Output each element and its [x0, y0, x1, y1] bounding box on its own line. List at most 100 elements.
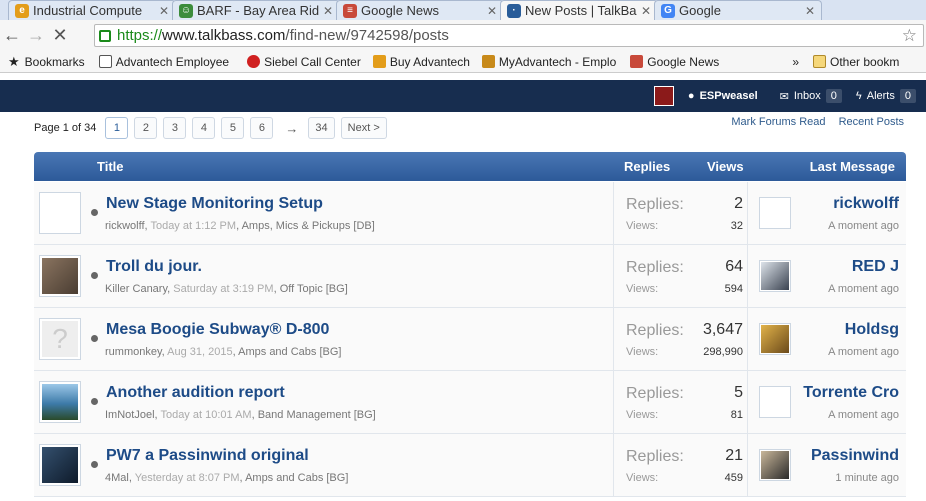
- thread-date[interactable]: Saturday at 3:19 PM: [173, 283, 273, 295]
- thread-meta: 4Mal, Yesterday at 8:07 PM, Amps and Cab…: [105, 472, 349, 484]
- close-icon[interactable]: ✕: [641, 4, 651, 18]
- last-poster[interactable]: Passinwind: [811, 447, 899, 465]
- thread-forum[interactable]: Band Management [BG]: [258, 409, 376, 421]
- last-poster[interactable]: rickwolff: [833, 195, 899, 213]
- thread-stats: Replies: 21 Views: 459: [613, 434, 748, 497]
- unread-dot: [91, 398, 98, 405]
- thread-title[interactable]: PW7 a Passinwind original: [106, 447, 309, 465]
- thread-meta: rickwolff, Today at 1:12 PM, Amps, Mics …: [105, 220, 375, 232]
- thread-author[interactable]: ImNotJoel: [105, 409, 155, 421]
- views-count: 594: [724, 283, 743, 295]
- last-post-time[interactable]: A moment ago: [828, 346, 899, 358]
- unread-dot: [91, 272, 98, 279]
- thread-forum[interactable]: Off Topic [BG]: [280, 283, 348, 295]
- bookmarks-overflow[interactable]: »: [792, 55, 799, 69]
- thread-title[interactable]: New Stage Monitoring Setup: [106, 195, 323, 213]
- bookmark-google-news[interactable]: Google News: [630, 55, 719, 69]
- forward-icon[interactable]: →: [24, 25, 48, 46]
- table-row: PW7 a Passinwind original 4Mal, Yesterda…: [34, 434, 906, 497]
- last-poster-avatar[interactable]: [759, 260, 791, 292]
- user-nav: ● ESPweasel ✉ Inbox 0 ϟ Alerts 0: [653, 80, 918, 112]
- page-link-1[interactable]: 1: [105, 117, 129, 139]
- next-page-button[interactable]: Next >: [340, 117, 387, 139]
- bookmark-bookmarks[interactable]: ★ Bookmarks: [8, 54, 85, 70]
- header-last-message[interactable]: Last Message: [810, 159, 895, 174]
- barf-icon: ☺: [179, 3, 193, 18]
- avatar[interactable]: [39, 255, 81, 297]
- last-poster-avatar[interactable]: [759, 323, 791, 355]
- close-icon[interactable]: ✕: [159, 4, 169, 18]
- news-icon: [630, 55, 644, 68]
- last-poster[interactable]: Torrente Cro: [803, 384, 899, 402]
- thread-date[interactable]: Today at 1:12 PM: [150, 220, 236, 232]
- page-icon: [98, 55, 112, 68]
- avatar[interactable]: [39, 192, 81, 234]
- bookmark-buy-advantech[interactable]: Buy Advantech: [372, 55, 470, 69]
- recent-posts-link[interactable]: Recent Posts: [839, 116, 904, 128]
- thread-author[interactable]: rickwolff: [105, 220, 145, 232]
- browser-tab-barf[interactable]: ☺ BARF - Bay Area Rid ✕: [172, 0, 340, 20]
- ie-icon: e: [15, 3, 29, 18]
- page-link-3[interactable]: 3: [163, 117, 187, 139]
- stop-icon[interactable]: ✕: [48, 25, 72, 46]
- last-poster[interactable]: Holdsg: [845, 321, 899, 339]
- browser-tab-google-news[interactable]: ≡ Google News ✕: [336, 0, 504, 20]
- thread-stats: Replies: 5 Views: 81: [613, 371, 748, 434]
- close-icon[interactable]: ✕: [487, 4, 497, 18]
- thread-title[interactable]: Mesa Boogie Subway® D-800: [106, 321, 329, 339]
- thread-forum[interactable]: Amps and Cabs [BG]: [245, 472, 348, 484]
- mark-forums-read-link[interactable]: Mark Forums Read: [731, 116, 825, 128]
- thread-forum[interactable]: Amps and Cabs [BG]: [238, 346, 341, 358]
- avatar[interactable]: [39, 444, 81, 486]
- page-link-last[interactable]: 34: [308, 117, 335, 139]
- close-icon[interactable]: ✕: [805, 4, 815, 18]
- last-poster-avatar[interactable]: [759, 449, 791, 481]
- bookmark-advantech-employee[interactable]: Advantech Employee: [98, 55, 229, 69]
- thread-author[interactable]: 4Mal: [105, 472, 129, 484]
- username-link[interactable]: ● ESPweasel: [688, 90, 758, 102]
- last-poster-avatar[interactable]: [759, 197, 791, 229]
- last-post-time[interactable]: A moment ago: [828, 409, 899, 421]
- header-replies[interactable]: Replies: [624, 159, 670, 174]
- last-poster-avatar[interactable]: [759, 386, 791, 418]
- alerts-count: 0: [899, 89, 916, 103]
- bookmark-other[interactable]: Other bookm: [813, 55, 899, 69]
- thread-forum[interactable]: Amps, Mics & Pickups [DB]: [242, 220, 375, 232]
- avatar[interactable]: ?: [39, 318, 81, 360]
- last-post-time[interactable]: A moment ago: [828, 283, 899, 295]
- thread-date[interactable]: Yesterday at 8:07 PM: [135, 472, 240, 484]
- thread-title[interactable]: Troll du jour.: [106, 258, 202, 276]
- header-title[interactable]: Title: [97, 159, 124, 174]
- header-views[interactable]: Views: [707, 159, 744, 174]
- replies-count: 21: [725, 447, 743, 464]
- last-post-time[interactable]: 1 minute ago: [835, 472, 899, 484]
- back-icon[interactable]: ←: [0, 25, 24, 46]
- views-count: 81: [730, 409, 743, 421]
- thread-author[interactable]: Killer Canary: [105, 283, 167, 295]
- page-link-4[interactable]: 4: [192, 117, 216, 139]
- avatar[interactable]: [39, 381, 81, 423]
- bookmark-siebel[interactable]: Siebel Call Center: [247, 55, 361, 69]
- page-link-6[interactable]: 6: [250, 117, 274, 139]
- page-link-2[interactable]: 2: [134, 117, 158, 139]
- inbox-count: 0: [825, 89, 842, 103]
- page-link-5[interactable]: 5: [221, 117, 245, 139]
- thread-date[interactable]: Today at 10:01 AM: [160, 409, 251, 421]
- inbox-link[interactable]: ✉ Inbox 0: [780, 89, 842, 103]
- thread-title[interactable]: Another audition report: [106, 384, 285, 402]
- last-poster[interactable]: RED J: [852, 258, 899, 276]
- close-icon[interactable]: ✕: [323, 4, 333, 18]
- browser-tab-industrial[interactable]: e Industrial Compute ✕: [8, 0, 176, 20]
- url-input[interactable]: https:// www.talkbass.com /find-new/9742…: [94, 24, 924, 47]
- browser-tab-talkbass[interactable]: · New Posts | TalkBas ✕: [500, 0, 658, 20]
- alerts-link[interactable]: ϟ Alerts 0: [856, 89, 916, 103]
- views-count: 32: [730, 220, 743, 232]
- star-icon[interactable]: ☆: [902, 26, 917, 46]
- bookmark-myadvantech[interactable]: MyAdvantech - Emplo: [481, 55, 616, 69]
- browser-tab-google[interactable]: G Google ✕: [654, 0, 822, 20]
- thread-date[interactable]: Aug 31, 2015: [167, 346, 232, 358]
- last-post-time[interactable]: A moment ago: [828, 220, 899, 232]
- table-row: New Stage Monitoring Setup rickwolff, To…: [34, 182, 906, 245]
- avatar[interactable]: [653, 86, 674, 106]
- thread-author[interactable]: rummonkey: [105, 346, 162, 358]
